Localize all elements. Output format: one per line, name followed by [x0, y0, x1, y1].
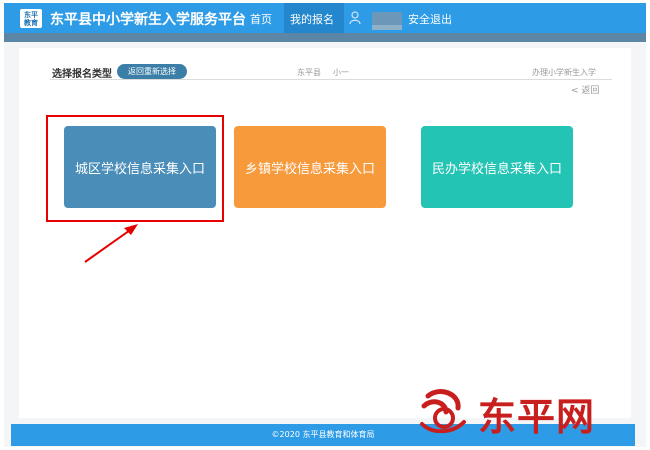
- site-title: 东平县中小学新生入学服务平台: [50, 12, 246, 28]
- footer-copyright: ©2020 东平县教育和体育局: [271, 430, 375, 439]
- watermark-text: 东平网: [478, 394, 596, 439]
- user-name-redacted-lower: [372, 25, 402, 30]
- watermark-logo-icon: [420, 389, 466, 433]
- back-link[interactable]: < 返回: [571, 83, 599, 96]
- section-title: 选择报名类型: [52, 69, 112, 80]
- county-label: 东平县: [297, 68, 321, 77]
- divider: [50, 79, 612, 80]
- user-name-redacted: [372, 12, 402, 26]
- top-header: 东平 教育 东平县中小学新生入学服务平台 首页 我的报名 安全退出: [4, 3, 646, 33]
- main-panel: [19, 48, 631, 418]
- town-school-entry-card[interactable]: 乡镇学校信息采集入口: [234, 126, 386, 208]
- logout-link[interactable]: 安全退出: [408, 11, 452, 27]
- private-school-entry-label: 民办学校信息采集入口: [431, 161, 562, 177]
- logo-text: 东平 教育: [24, 10, 38, 27]
- nav-my-registration[interactable]: 我的报名: [290, 11, 334, 27]
- grade-label: 小一: [333, 68, 349, 77]
- site-logo[interactable]: 东平 教育: [20, 9, 42, 28]
- nav-home[interactable]: 首页: [250, 11, 272, 27]
- return-reselect-button[interactable]: 返回重新选择: [117, 64, 187, 79]
- header-band: [4, 33, 646, 42]
- annotation-highlight-box: [46, 115, 224, 222]
- registration-type-label: 办理小学新生入学: [532, 68, 596, 77]
- user-icon[interactable]: [349, 11, 361, 25]
- town-school-entry-label: 乡镇学校信息采集入口: [244, 161, 375, 177]
- private-school-entry-card[interactable]: 民办学校信息采集入口: [421, 126, 573, 208]
